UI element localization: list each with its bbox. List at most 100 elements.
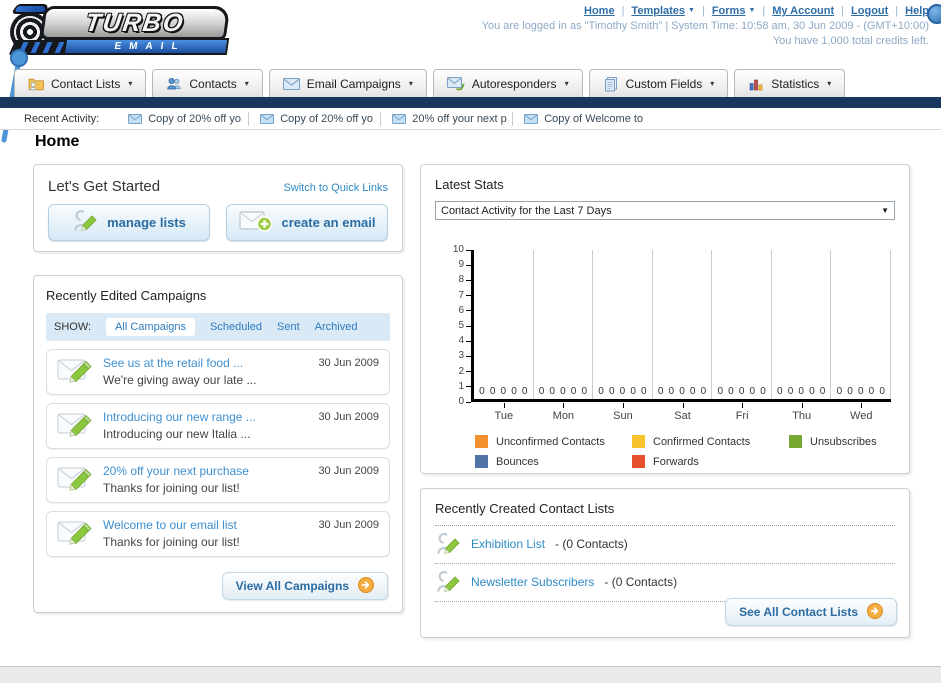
chart-value-label: 0: [500, 386, 507, 397]
logo-email-bar: EMAIL: [62, 38, 230, 55]
person-pencil-icon: [435, 531, 461, 557]
legend-item-bounces: Bounces: [475, 455, 632, 468]
chart-day-group: 00000: [593, 250, 653, 399]
legend-label: Forwards: [653, 455, 699, 468]
chart-value-label: 0: [700, 386, 707, 397]
tab-label: Email Campaigns: [306, 76, 401, 91]
legend-item-forwards: Forwards: [632, 455, 789, 468]
chevron-down-icon: ▾: [710, 79, 715, 88]
contact-list-item: Newsletter Subscribers - (0 Contacts): [435, 564, 895, 602]
switch-quick-links-link[interactable]: Switch to Quick Links: [283, 182, 388, 194]
header-link-home[interactable]: Home: [584, 5, 615, 17]
y-tick-mark: [466, 264, 471, 266]
campaign-subtitle: Thanks for joining our list!: [103, 535, 240, 549]
envelope-pencil-icon: [57, 355, 93, 388]
legend-label: Unsubscribes: [810, 435, 877, 448]
header-link-templates[interactable]: Templates: [631, 5, 685, 17]
tab-email-campaigns[interactable]: Email Campaigns ▾: [268, 69, 427, 97]
create-email-button[interactable]: create an email: [226, 204, 388, 241]
header-link-my-account[interactable]: My Account: [772, 5, 834, 17]
chart-value-label: 0: [479, 386, 485, 397]
legend-swatch: [632, 455, 645, 468]
chart-plot-area: 00000000000000000000000000000000000: [471, 250, 892, 402]
recent-activity-item[interactable]: Copy of Welcome to: [513, 112, 645, 126]
x-tick-mark: [861, 403, 863, 408]
chart-value-labels: 00000: [534, 386, 593, 397]
chart-value-label: 0: [787, 386, 794, 397]
y-tick-label: 6: [458, 304, 464, 316]
manage-lists-button[interactable]: manage lists: [48, 204, 210, 241]
campaign-filter-all-campaigns[interactable]: All Campaigns: [106, 318, 195, 336]
turbo-email-logo: TURBO EMAIL: [8, 4, 238, 60]
recent-activity-item[interactable]: Copy of 20% off yo: [249, 111, 382, 126]
recent-activity-item[interactable]: Copy of 20% off yo: [117, 111, 250, 126]
contact-list-link[interactable]: Exhibition List: [471, 537, 545, 551]
chart-y-axis: 0 1 2 3 4 5 6 7 8 9 10: [445, 245, 471, 407]
tab-custom-fields[interactable]: Custom Fields ▾: [588, 69, 729, 97]
contact-list-items: Exhibition List - (0 Contacts) Newsletter…: [435, 526, 895, 602]
tab-label: Autoresponders: [471, 76, 557, 91]
campaign-date: 30 Jun 2009: [318, 465, 379, 477]
y-tick-mark: [466, 295, 471, 297]
campaign-filter-archived[interactable]: Archived: [315, 321, 358, 333]
tab-statistics[interactable]: Statistics ▾: [734, 69, 846, 97]
campaign-date: 30 Jun 2009: [318, 357, 379, 369]
campaign-title-link[interactable]: Introducing our new range ...: [103, 410, 308, 424]
header-link-help[interactable]: Help: [905, 5, 929, 17]
recent-campaigns-title: Recently Edited Campaigns: [46, 288, 207, 303]
chart-value-label: 0: [538, 386, 545, 397]
chart-value-label: 0: [879, 386, 885, 397]
chart-value-label: 0: [749, 386, 756, 397]
header-link-forms[interactable]: Forms: [712, 5, 746, 17]
copy-pages-icon: [603, 76, 619, 92]
x-tick-label: Fri: [712, 402, 772, 422]
header-link-logout[interactable]: Logout: [851, 5, 888, 17]
x-tick-label: Wed: [831, 402, 891, 422]
chevron-down-icon: ▼: [881, 206, 889, 215]
campaign-title-link[interactable]: 20% off your next purchase: [103, 464, 308, 478]
tab-contacts[interactable]: Contacts ▾: [152, 69, 263, 97]
y-tick-label: 8: [458, 274, 464, 286]
campaign-item-body: Welcome to our email list Thanks for join…: [103, 517, 308, 549]
x-tick-label: Tue: [474, 402, 534, 422]
x-tick-label: Mon: [534, 402, 594, 422]
legend-item-unsubscribes: Unsubscribes: [789, 435, 895, 448]
view-all-campaigns-button[interactable]: View All Campaigns: [221, 572, 388, 600]
see-all-contact-lists-button[interactable]: See All Contact Lists: [725, 598, 897, 626]
y-tick-label: 5: [458, 320, 464, 331]
folder-user-icon: [28, 76, 44, 92]
recent-campaigns-panel: Recently Edited Campaigns SHOW: All Camp…: [33, 275, 403, 613]
campaign-item: Welcome to our email list Thanks for join…: [46, 511, 390, 557]
campaign-filter-sent[interactable]: Sent: [277, 321, 300, 333]
tab-label: Contacts: [189, 76, 237, 91]
envelope-small-icon: [524, 113, 539, 124]
y-tick-mark: [466, 371, 471, 373]
chart-x-axis: Tue Mon Sun Sat Fri Thu Wed: [435, 402, 895, 422]
chart-value-label: 0: [608, 386, 615, 397]
tab-contact-lists[interactable]: Contact Lists ▾: [14, 69, 147, 97]
campaign-filter-bar: SHOW: All Campaigns Scheduled Sent Archived: [46, 313, 390, 341]
chart-value-label: 0: [570, 386, 577, 397]
latest-stats-title: Latest Stats: [435, 177, 504, 192]
y-tick-mark: [466, 340, 471, 342]
y-tick-mark: [466, 279, 471, 281]
tab-autoresponders[interactable]: Autoresponders ▾: [432, 69, 583, 97]
contact-list-link[interactable]: Newsletter Subscribers: [471, 575, 594, 589]
campaign-title-link[interactable]: See us at the retail food ...: [103, 356, 308, 370]
link-separator: |: [621, 5, 625, 17]
chart-value-label: 0: [728, 386, 734, 397]
campaign-filter-scheduled[interactable]: Scheduled: [210, 321, 262, 333]
chart-value-labels: 00000: [831, 386, 890, 397]
stats-period-dropdown[interactable]: Contact Activity for the Last 7 Days ▼: [435, 201, 895, 220]
recent-activity-item[interactable]: 20% off your next p: [381, 111, 514, 126]
campaign-title-link[interactable]: Welcome to our email list: [103, 518, 308, 532]
y-tick-label: 9: [458, 259, 464, 271]
chart-value-label: 0: [798, 386, 804, 397]
campaign-subtitle: Introducing our new Italia ...: [103, 427, 251, 441]
link-separator: |: [895, 5, 899, 17]
recent-activity-bar: Recent Activity: Copy of 20% off yo Copy …: [0, 108, 941, 130]
envelope-small-icon: [128, 113, 143, 124]
legend-label: Bounces: [496, 455, 539, 468]
x-tick-mark: [563, 403, 565, 408]
chart-day-group: 00000: [653, 250, 713, 399]
